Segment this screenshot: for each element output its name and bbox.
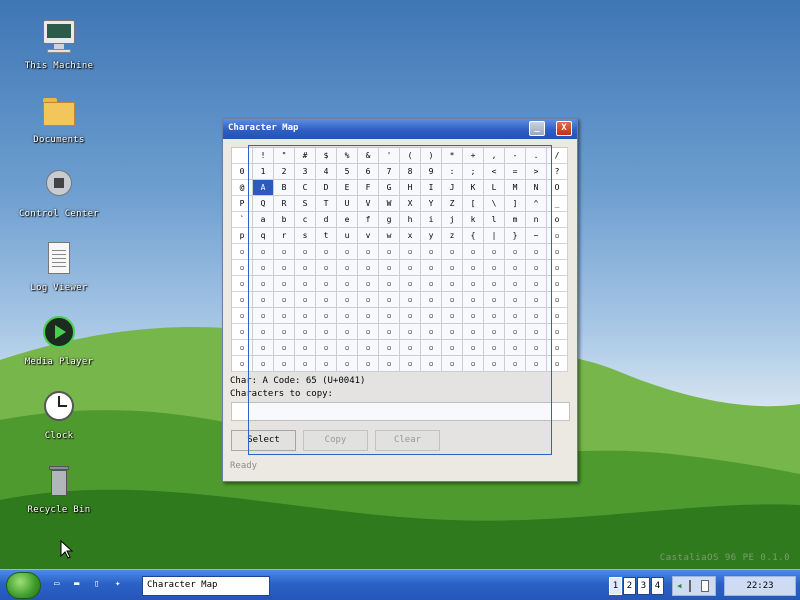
desktop-icon-recycle-bin[interactable]: Recycle Bin <box>14 462 104 515</box>
desktop-icon-log-viewer[interactable]: Log Viewer <box>14 240 104 293</box>
battery-icon[interactable] <box>701 580 709 592</box>
document-icon <box>39 240 79 280</box>
status-text: Ready <box>230 461 258 471</box>
workspace-4[interactable]: 4 <box>651 577 664 595</box>
mouse-cursor-icon <box>60 540 74 559</box>
clock[interactable]: 22:23 <box>724 576 796 596</box>
minimize-button[interactable]: _ <box>529 121 545 136</box>
monitor-icon[interactable]: ▭ <box>54 579 59 589</box>
computer-icon <box>39 18 79 58</box>
workspace-3[interactable]: 3 <box>637 577 650 595</box>
network-icon[interactable] <box>689 580 691 592</box>
close-button[interactable]: X <box>556 121 572 136</box>
desktop-icon-documents[interactable]: Documents <box>14 92 104 145</box>
gear-icon <box>39 166 79 206</box>
trash-icon <box>39 462 79 502</box>
gear-icon[interactable]: ✦ <box>115 579 120 589</box>
window-titlebar[interactable]: Character Map _ X <box>223 119 577 139</box>
workspace-1[interactable]: 1 <box>609 577 622 595</box>
selection-rectangle <box>248 145 552 455</box>
desktop-icon-this-machine[interactable]: This Machine <box>14 18 104 71</box>
desktop-icon-control-center[interactable]: Control Center <box>14 166 104 219</box>
folder-icon[interactable]: ▬ <box>74 579 79 589</box>
start-button[interactable] <box>6 572 41 599</box>
window-title: Character Map <box>228 123 299 133</box>
desktop-icon-clock[interactable]: Clock <box>14 388 104 441</box>
desktop-icon-label: Clock <box>44 431 74 441</box>
system-tray: ◂ <box>672 576 716 596</box>
media-play-icon <box>39 314 79 354</box>
os-version-watermark: CastaliaOS 96 PE 0.1.0 <box>659 553 790 563</box>
desktop-icon-label: Control Center <box>18 209 100 219</box>
desktop-icon-media-player[interactable]: Media Player <box>14 314 104 367</box>
taskbar: ▭ ▬ ▯ ✦ Character Map 1 2 3 4 ◂ 22:23 <box>0 569 800 600</box>
workspace-2[interactable]: 2 <box>623 577 636 595</box>
desktop-icon-label: Media Player <box>24 357 94 367</box>
desktop-icon-label: Recycle Bin <box>27 505 91 515</box>
document-icon[interactable]: ▯ <box>94 579 99 589</box>
folder-icon <box>39 92 79 132</box>
desktop-icon-label: Documents <box>33 135 85 145</box>
clock-icon <box>39 388 79 428</box>
speaker-icon[interactable]: ◂ <box>676 579 683 592</box>
desktop-icon-label: This Machine <box>24 61 94 71</box>
desktop-icon-label: Log Viewer <box>30 283 88 293</box>
taskbar-button-character-map[interactable]: Character Map <box>142 576 270 596</box>
